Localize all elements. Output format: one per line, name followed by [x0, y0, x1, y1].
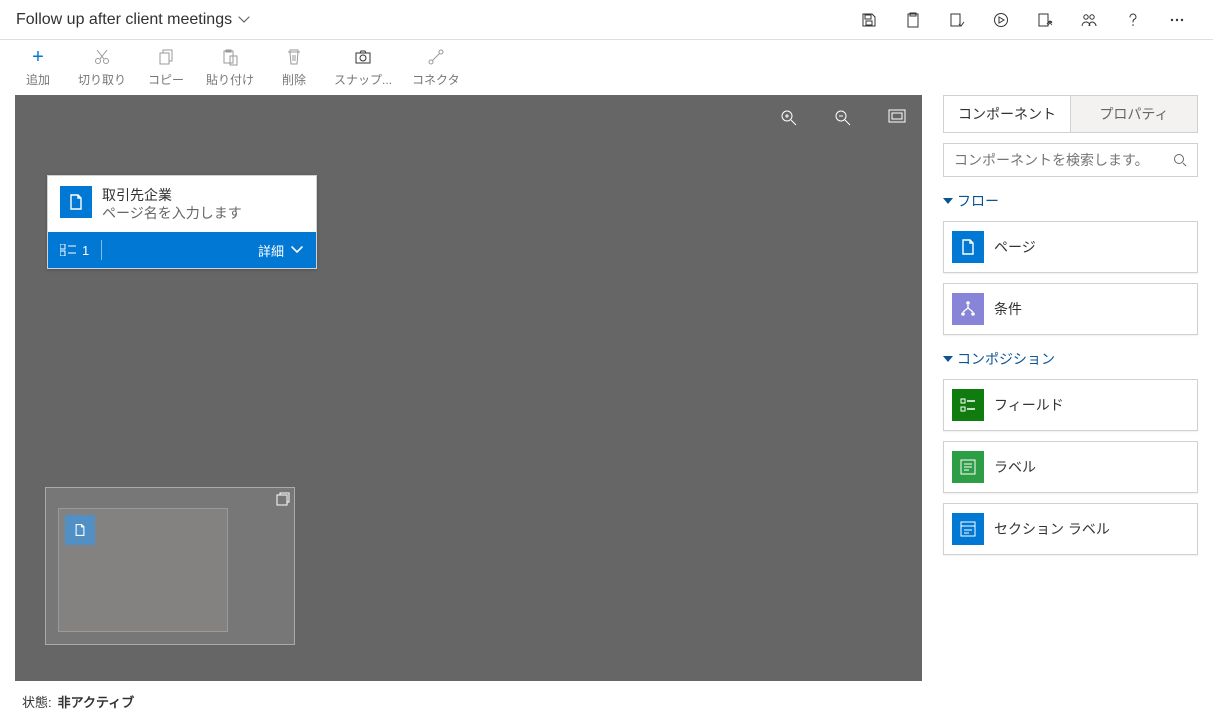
minimap-expand-icon[interactable] [276, 492, 290, 506]
page-node[interactable]: 取引先企業 ページ名を入力します 1 詳細 [47, 175, 317, 269]
fit-screen-button[interactable] [880, 103, 914, 133]
label-icon [952, 451, 984, 483]
app-header: Follow up after client meetings [0, 0, 1213, 40]
copy-label: コピー [148, 71, 184, 88]
export-button[interactable] [1025, 0, 1065, 40]
paste-label: 貼り付け [206, 71, 254, 88]
connector-label: コネクタ [412, 71, 460, 88]
component-label-label: ラベル [994, 459, 1036, 475]
tab-properties[interactable]: プロパティ [1070, 96, 1197, 132]
component-page[interactable]: ページ [943, 221, 1198, 273]
status-value: 非アクティブ [58, 692, 135, 711]
copy-icon [156, 47, 176, 67]
section-composition-label: コンポジション [957, 349, 1055, 369]
add-label: 追加 [26, 71, 50, 88]
search-input[interactable] [954, 152, 1167, 168]
node-count: 1 [82, 243, 89, 258]
header-actions [849, 0, 1197, 40]
zoom-in-button[interactable] [772, 103, 806, 133]
page-icon [60, 186, 92, 218]
delete-button[interactable]: 削除 [264, 43, 324, 92]
snap-label: スナップ... [334, 71, 392, 88]
component-condition-label: 条件 [994, 301, 1022, 317]
section-label-icon [952, 513, 984, 545]
toolbar: + 追加 切り取り コピー 貼り付け 削除 スナップ... コネクタ [0, 40, 1213, 95]
connector-button[interactable]: コネクタ [402, 43, 470, 92]
minimap-viewport[interactable] [58, 508, 228, 632]
tab-components[interactable]: コンポーネント [944, 96, 1070, 132]
component-page-label: ページ [994, 239, 1036, 255]
validate-button[interactable] [937, 0, 977, 40]
component-field[interactable]: フィールド [943, 379, 1198, 431]
list-icon [60, 244, 76, 256]
component-label-item[interactable]: ラベル [943, 441, 1198, 493]
condition-icon [952, 293, 984, 325]
save-button[interactable] [849, 0, 889, 40]
status-bar: 状態: 非アクティブ [0, 681, 1213, 721]
app-title: Follow up after client meetings [16, 11, 232, 29]
component-search[interactable] [943, 143, 1198, 177]
node-entity: 取引先企業 [102, 186, 242, 204]
triangle-down-icon [943, 198, 953, 204]
section-composition-header[interactable]: コンポジション [943, 349, 1198, 369]
play-button[interactable] [981, 0, 1021, 40]
cut-label: 切り取り [78, 71, 126, 88]
people-button[interactable] [1069, 0, 1109, 40]
node-details-button[interactable]: 詳細 [258, 241, 304, 260]
side-panel: コンポーネント プロパティ フロー ページ 条件 コンポ [937, 95, 1213, 681]
side-tabs: コンポーネント プロパティ [943, 95, 1198, 133]
copy-button[interactable]: コピー [136, 43, 196, 92]
section-flow-header[interactable]: フロー [943, 191, 1198, 211]
snap-button[interactable]: スナップ... [324, 43, 402, 92]
canvas-view-actions [772, 103, 914, 133]
connector-icon [426, 47, 446, 67]
clipboard-button[interactable] [893, 0, 933, 40]
section-flow-label: フロー [957, 191, 999, 211]
minimap-node-icon [65, 515, 95, 545]
help-button[interactable] [1113, 0, 1153, 40]
component-condition[interactable]: 条件 [943, 283, 1198, 335]
page-icon [952, 231, 984, 263]
plus-icon: + [28, 47, 48, 67]
component-section-label[interactable]: セクション ラベル [943, 503, 1198, 555]
scissors-icon [92, 47, 112, 67]
node-count-group: 1 [60, 243, 89, 258]
status-label: 状態: [22, 692, 52, 711]
chevron-down-icon [290, 243, 304, 257]
camera-icon [353, 47, 373, 67]
trash-icon [284, 47, 304, 67]
node-details-label: 詳細 [258, 241, 284, 260]
component-section-label-label: セクション ラベル [994, 521, 1110, 537]
add-button[interactable]: + 追加 [8, 43, 68, 92]
search-icon [1173, 153, 1187, 167]
paste-button[interactable]: 貼り付け [196, 43, 264, 92]
triangle-down-icon [943, 356, 953, 362]
node-placeholder: ページ名を入力します [102, 204, 242, 222]
more-button[interactable] [1157, 0, 1197, 40]
paste-icon [220, 47, 240, 67]
design-canvas[interactable]: 取引先企業 ページ名を入力します 1 詳細 [15, 95, 922, 681]
field-icon [952, 389, 984, 421]
minimap[interactable] [45, 487, 295, 645]
cut-button[interactable]: 切り取り [68, 43, 136, 92]
chevron-down-icon [238, 14, 250, 26]
zoom-out-button[interactable] [826, 103, 860, 133]
delete-label: 削除 [282, 71, 306, 88]
app-title-group[interactable]: Follow up after client meetings [16, 11, 250, 29]
component-field-label: フィールド [994, 397, 1064, 413]
